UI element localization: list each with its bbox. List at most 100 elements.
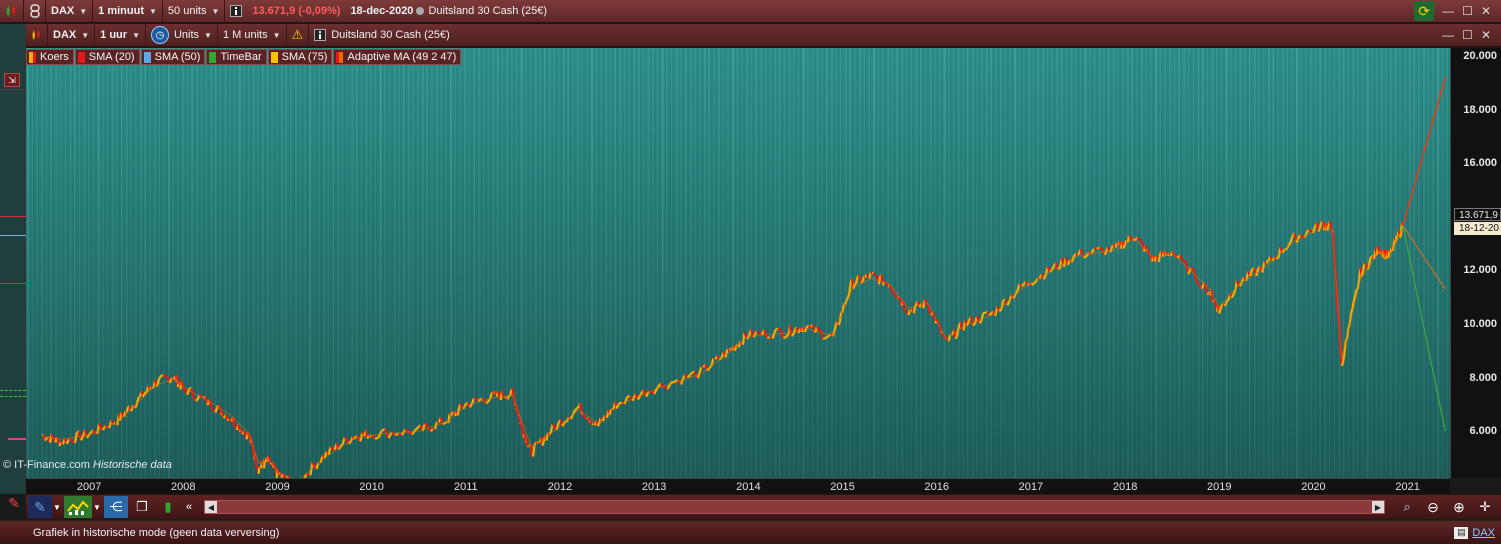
timeframe-selector[interactable]: 1 minuut ▼	[93, 0, 163, 22]
chevron-down-icon: ▼	[211, 6, 220, 16]
legend-item-sma50[interactable]: SMA (50)	[140, 49, 206, 65]
price-segment	[485, 401, 489, 405]
price-segment	[870, 271, 873, 275]
fit-button[interactable]: ⌕	[1395, 496, 1419, 518]
legend-item-adaptive-ma[interactable]: Adaptive MA (49 2 47)	[333, 49, 462, 65]
crosshair-icon: ✛	[1479, 499, 1491, 514]
units-label: 50 units	[167, 5, 207, 17]
info-icon[interactable]	[309, 24, 331, 46]
zoom-out-button[interactable]: ⊖	[1421, 496, 1445, 518]
maximize-icon[interactable]: ☐	[1462, 4, 1473, 18]
chevron-down-icon: ▼	[204, 30, 212, 40]
window-icon: ❐	[136, 499, 148, 514]
legend-item-timebar[interactable]: TimeBar	[206, 49, 267, 65]
minimize-icon[interactable]: —	[1442, 4, 1454, 18]
price-segment	[1223, 303, 1227, 307]
chart-window-icon[interactable]: ▤	[1454, 526, 1469, 539]
price-segment	[449, 412, 454, 417]
legend-item-sma20[interactable]: SMA (20)	[74, 49, 140, 65]
minimize-icon[interactable]: —	[1442, 28, 1454, 42]
chart-period-selector[interactable]: 1 M units ▼	[218, 24, 287, 46]
price-segment	[394, 432, 399, 436]
draw-tool-dropdown[interactable]: ▼	[52, 496, 62, 518]
price-segment	[1137, 237, 1141, 241]
candlestick-icon[interactable]	[26, 24, 48, 46]
price-segment	[1083, 255, 1087, 259]
rail-indicator-line	[0, 396, 26, 397]
price-segment	[532, 445, 536, 457]
x-axis[interactable]: 2007 2008 2009 2010 2011 2012 2013 2014 2015 2016…	[26, 478, 1450, 494]
price-segment	[596, 423, 600, 427]
warning-icon[interactable]: ⚠	[287, 24, 310, 46]
symbol-selector[interactable]: DAX ▼	[46, 0, 94, 22]
history-scrollbar[interactable]: ◀ ▶	[204, 500, 1385, 514]
y-axis[interactable]: 6.0008.00010.00012.00014.00016.00018.000…	[1450, 48, 1501, 478]
scroll-right-icon[interactable]: ▶	[1372, 501, 1384, 513]
price-segment	[477, 398, 481, 402]
close-icon[interactable]: ✕	[1481, 28, 1491, 42]
y-tick-label: 6.000	[1469, 425, 1497, 438]
price-segment	[854, 277, 859, 285]
info-icon[interactable]	[225, 0, 247, 22]
price-segment	[159, 374, 163, 378]
maximize-icon[interactable]: ☐	[1462, 28, 1473, 42]
close-icon[interactable]: ✕	[1481, 4, 1491, 18]
refresh-icon[interactable]: ⟳	[1414, 1, 1435, 21]
price-segment	[786, 332, 790, 336]
price-segment	[1182, 259, 1186, 263]
price-segment	[475, 397, 479, 402]
price-segment	[1276, 256, 1279, 260]
price-segment	[145, 390, 148, 394]
status-message: Grafiek in historische mode (geen data v…	[33, 526, 280, 539]
pencil-icon[interactable]: ✎	[3, 492, 25, 514]
chart-symbol-selector[interactable]: DAX ▼	[48, 24, 96, 46]
units-selector[interactable]: 50 units ▼	[163, 0, 226, 22]
indicator-dropdown[interactable]: ▼	[92, 496, 102, 518]
price-chart[interactable]	[26, 48, 1450, 478]
price-segment	[1363, 262, 1367, 266]
zoom-in-button[interactable]: ⊕	[1447, 496, 1471, 518]
rail-indicator-line	[0, 235, 26, 236]
legend-item-koers[interactable]: Koers	[26, 49, 74, 65]
price-segment	[872, 272, 876, 276]
indicator-button[interactable]	[64, 496, 92, 518]
legend-swatch	[336, 51, 344, 63]
price-segment	[217, 404, 221, 408]
crosshair-button[interactable]: ✛	[1473, 496, 1497, 518]
price-segment	[259, 465, 263, 469]
price-segment	[954, 335, 958, 340]
candles-button[interactable]: ▮	[156, 496, 180, 518]
status-symbol-link[interactable]: DAX	[1472, 527, 1495, 539]
scroll-left-icon[interactable]: ◀	[205, 501, 217, 513]
scroll-back-button[interactable]: «	[182, 496, 196, 518]
data-source-credit: © IT-Finance.com Historische data	[3, 459, 172, 471]
chart-period-label: 1 M units	[222, 29, 268, 41]
chevron-down-icon: ▼	[149, 6, 157, 16]
share-icon: ⋲	[109, 499, 123, 514]
x-tick-label: 2021	[1395, 481, 1420, 493]
drawing-tool-icon[interactable]: ⇲	[4, 73, 20, 87]
price-segment	[1368, 255, 1373, 261]
legend-item-sma75[interactable]: SMA (75)	[267, 49, 333, 65]
draw-tool-button[interactable]: ✎	[28, 496, 52, 518]
link-icon[interactable]	[24, 0, 46, 22]
share-button[interactable]: ⋲	[104, 496, 128, 518]
x-tick-label: 2016	[924, 481, 949, 493]
price-segment	[506, 395, 510, 400]
price-segment	[746, 336, 750, 340]
window-button[interactable]: ❐	[130, 496, 154, 518]
x-tick-label: 2012	[547, 481, 573, 493]
candlestick-icon[interactable]	[0, 0, 24, 22]
status-bar: Grafiek in historische mode (geen data v…	[0, 520, 1501, 544]
chart-units-selector[interactable]: ◷ Units ▼	[146, 24, 218, 46]
price-segment	[1031, 282, 1035, 286]
price-segment	[551, 423, 556, 428]
pencil-icon: ✎	[34, 498, 46, 515]
price-segment	[1021, 284, 1024, 287]
chart-timeframe-selector[interactable]: 1 uur ▼	[95, 24, 146, 46]
price-segment	[875, 275, 879, 279]
price-segment	[1398, 234, 1402, 239]
x-tick-label: 2007	[76, 481, 102, 493]
price-segment	[176, 383, 180, 388]
last-price-tag: 13.671,9	[1454, 208, 1501, 221]
